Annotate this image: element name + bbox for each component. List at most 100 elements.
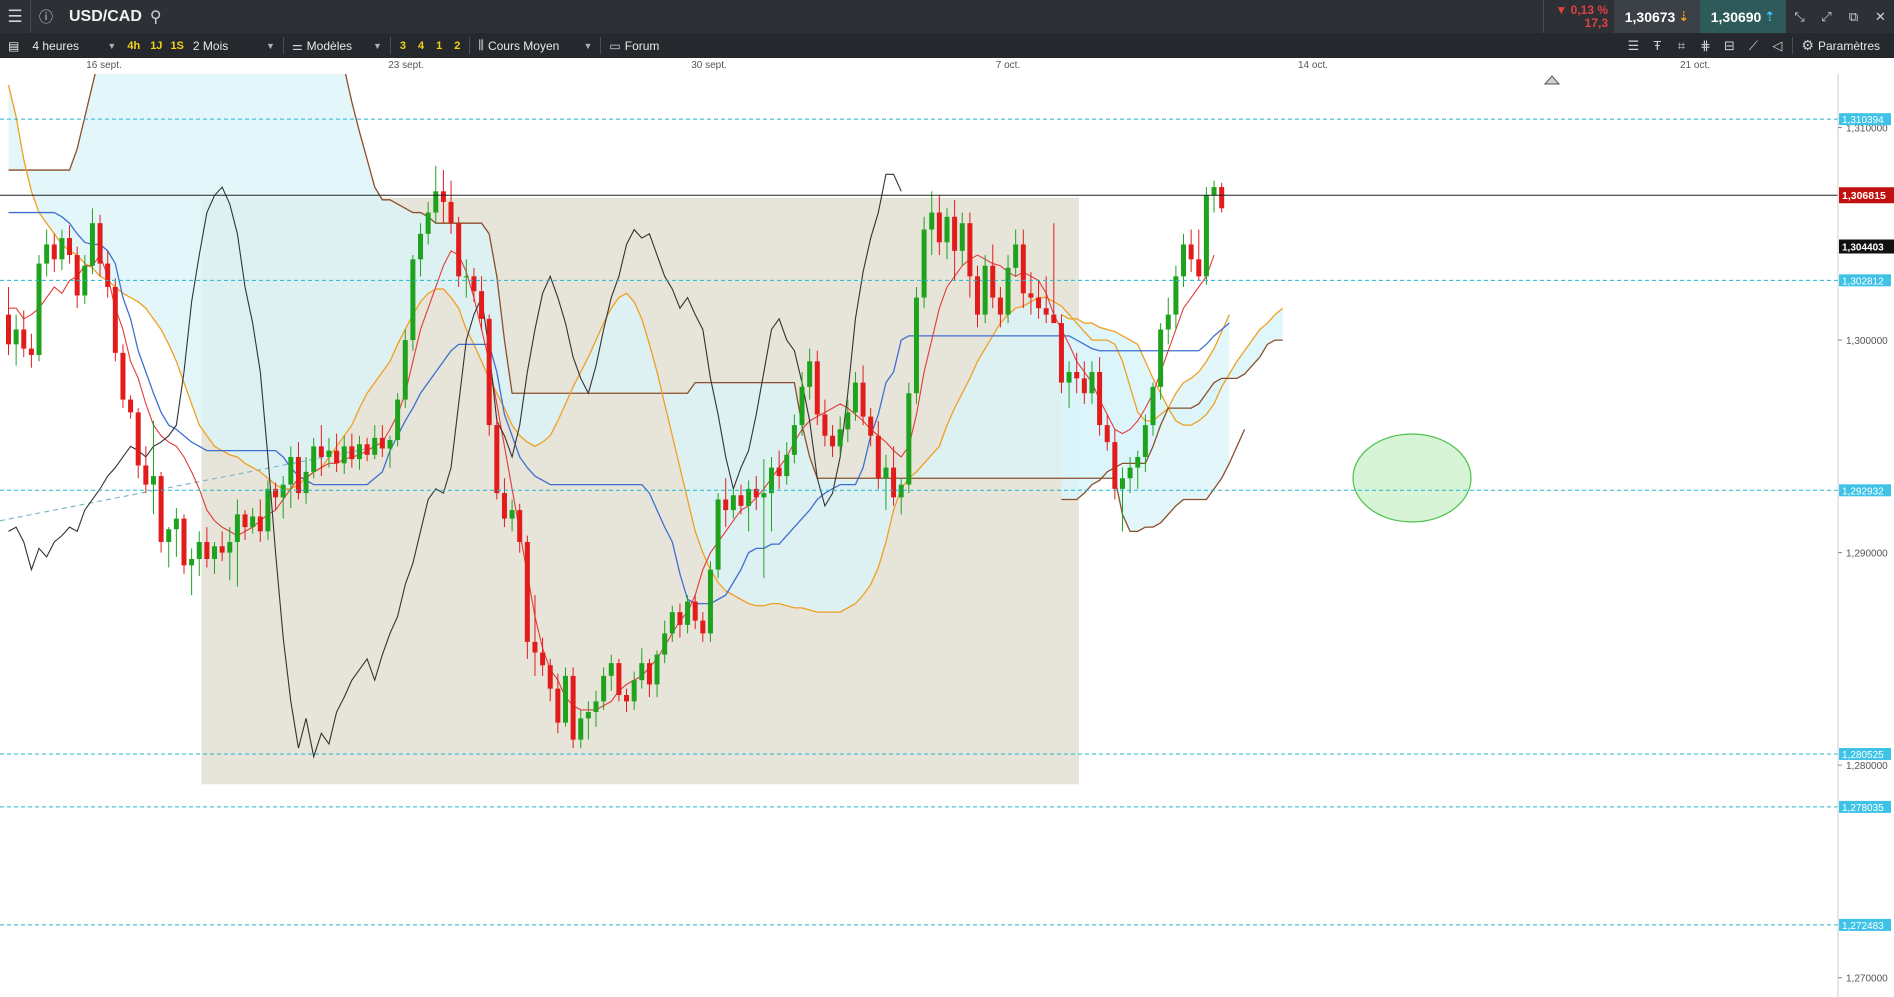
candle-bullish (36, 263, 42, 355)
candle-bullish (913, 297, 919, 394)
candle-bullish (1135, 456, 1141, 468)
candle-bearish (860, 382, 866, 417)
candle-bearish (456, 223, 462, 277)
candle-bearish (120, 352, 126, 400)
candle-bearish (21, 329, 27, 349)
candle-bullish (982, 265, 988, 315)
candle-bullish (433, 191, 439, 213)
candle-bearish (1043, 308, 1049, 315)
candle-bearish (524, 541, 530, 642)
candle-bullish (509, 510, 515, 519)
candle-bearish (1051, 314, 1057, 324)
candle-bullish (418, 233, 424, 260)
candle-bearish (822, 414, 828, 436)
candle-bearish (677, 612, 683, 625)
candle-bullish (59, 238, 65, 260)
candle-bullish (234, 514, 240, 542)
candle-bullish (1089, 371, 1095, 394)
candle-bearish (181, 518, 187, 566)
candle-bearish (1081, 378, 1087, 394)
candle-bullish (356, 444, 362, 460)
candle-bearish (379, 437, 385, 449)
candle-bullish (730, 495, 736, 511)
candle-bullish (189, 558, 195, 566)
level-price-label: 1,272483 (1842, 921, 1884, 932)
candle-bullish (685, 601, 691, 625)
candle-bearish (143, 465, 149, 485)
candle-bearish (997, 297, 1003, 315)
candle-bearish (555, 688, 561, 723)
candle-bullish (669, 612, 675, 634)
candle-bearish (570, 675, 576, 740)
highlight-ellipse (1352, 433, 1472, 523)
candle-bullish (959, 223, 965, 251)
candle-bullish (715, 499, 721, 570)
candle-bearish (692, 601, 698, 621)
candle-bearish (830, 435, 836, 447)
candle-bullish (250, 516, 256, 528)
candle-bearish (1188, 244, 1194, 260)
candle-bearish (1196, 259, 1202, 277)
candle-bearish (975, 276, 981, 315)
price-chart[interactable]: 1,3100001,3000001,2900001,2800001,270000… (0, 0, 1894, 997)
candle-bearish (494, 425, 500, 494)
candle-bearish (723, 499, 729, 511)
candle-bearish (97, 223, 103, 264)
candle-bearish (318, 446, 324, 457)
candle-bullish (1127, 467, 1133, 479)
candle-bearish (128, 399, 134, 413)
candle-bullish (227, 541, 233, 553)
candle-bullish (1165, 314, 1171, 330)
candle-bullish (326, 450, 332, 457)
candle-bullish (372, 437, 378, 455)
candle-bullish (1203, 195, 1209, 277)
candle-bullish (1013, 244, 1019, 268)
candle-bullish (387, 439, 393, 449)
candle-bullish (265, 488, 271, 532)
candle-bearish (440, 191, 446, 202)
price-tick-label: 1,300000 (1846, 336, 1888, 347)
candle-bullish (746, 488, 752, 506)
candle-bullish (852, 382, 858, 413)
candle-bullish (1158, 329, 1164, 387)
candle-bullish (631, 680, 637, 702)
candle-bearish (486, 318, 492, 426)
price-tick-label: 1,290000 (1846, 549, 1888, 560)
candle-bullish (585, 712, 591, 719)
candle-bullish (1181, 244, 1187, 277)
plot-area (0, 74, 1472, 785)
candle-bearish (532, 641, 538, 653)
candle-bearish (967, 223, 973, 277)
candle-bearish (517, 510, 523, 542)
candle-bearish (6, 314, 11, 345)
candle-bullish (944, 216, 950, 243)
candle-bullish (402, 340, 408, 400)
candle-bearish (540, 652, 546, 666)
candle-bullish (13, 329, 19, 345)
candle-bearish (738, 495, 744, 506)
candle-bearish (219, 546, 225, 553)
candle-bullish (898, 484, 904, 498)
candle-bullish (1066, 371, 1072, 383)
candle-bearish (646, 663, 652, 685)
candle-bearish (700, 620, 706, 634)
price-tick-label: 1,270000 (1846, 974, 1888, 985)
candle-bullish (89, 223, 95, 266)
candle-bearish (1036, 297, 1042, 309)
candle-bullish (608, 663, 614, 676)
candle-bearish (776, 467, 782, 477)
candle-bearish (1058, 323, 1064, 383)
candle-bearish (67, 238, 73, 256)
candle-bullish (791, 425, 797, 455)
candle-bullish (761, 493, 767, 498)
candle-bullish (562, 675, 568, 723)
candle-bullish (173, 518, 179, 530)
candle-bearish (1074, 371, 1080, 379)
candle-bearish (242, 514, 248, 528)
candle-bullish (929, 212, 935, 230)
price-axis (1838, 74, 1894, 997)
candle-bullish (845, 412, 851, 430)
candle-bearish (204, 541, 210, 559)
candle-bearish (1020, 244, 1026, 294)
candle-bearish (501, 493, 507, 519)
